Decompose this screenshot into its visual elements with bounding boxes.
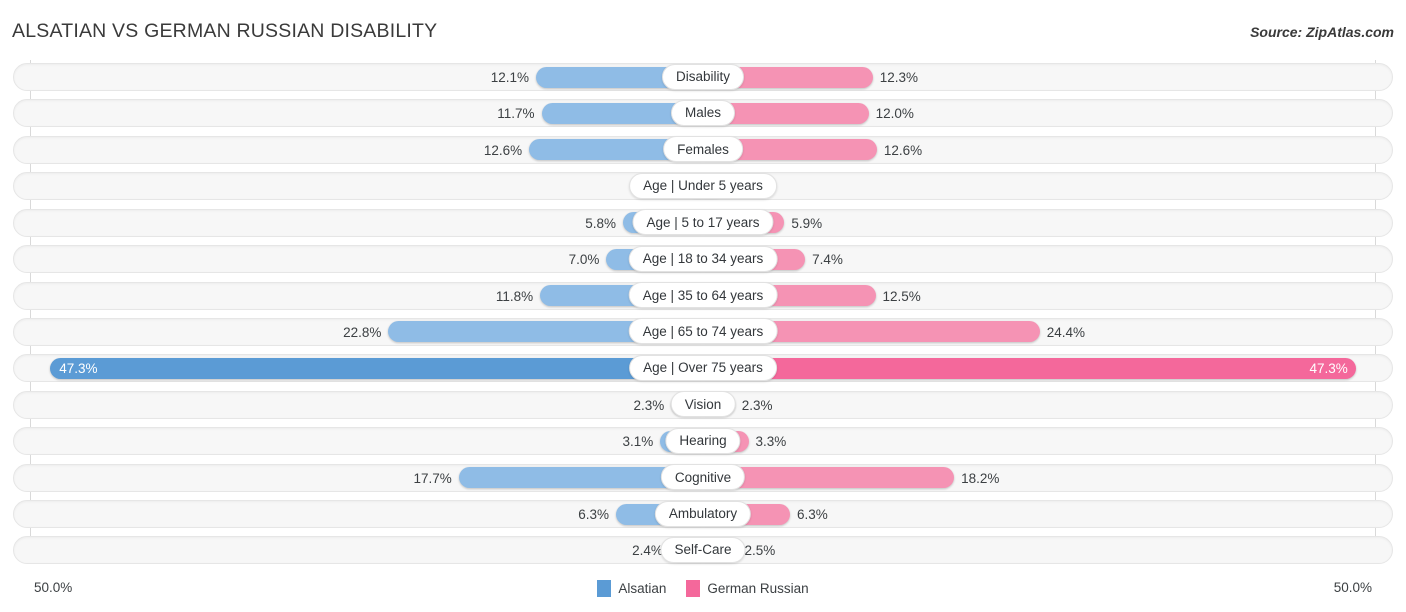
value-label-german-russian: 2.5% bbox=[744, 543, 776, 559]
category-label-pill: Ambulatory bbox=[654, 500, 752, 527]
category-label-pill: Males bbox=[670, 99, 736, 126]
source-attribution: Source: ZipAtlas.com bbox=[1250, 24, 1394, 40]
value-label-alsatian: 12.6% bbox=[483, 142, 523, 158]
bar-german-russian[interactable] bbox=[703, 357, 1356, 379]
category-label-pill: Age | 65 to 74 years bbox=[628, 318, 778, 345]
row-bars: 1.2%1.6%Age | Under 5 years bbox=[0, 169, 1406, 205]
chart-row: 7.0% 7.4% Age | 18 to 34 years bbox=[0, 242, 1406, 278]
chart-row: 11.7% 12.0% Males bbox=[0, 96, 1406, 132]
value-label-alsatian: 3.1% bbox=[622, 434, 654, 450]
value-label-alsatian: 12.1% bbox=[490, 70, 530, 85]
chart-row: 6.3% 6.3% Ambulatory bbox=[0, 497, 1406, 533]
chart-row: 2.3% 2.3% Vision bbox=[0, 388, 1406, 424]
row-bars: 5.8% 5.9% Age | 5 to 17 years bbox=[0, 206, 1406, 242]
chart-row: 12.1% 12.3% Disability bbox=[0, 60, 1406, 96]
row-bars: 12.1% 12.3% Disability bbox=[0, 60, 1406, 96]
chart-row: 47.3% 47.3% Age | Over 75 years bbox=[0, 351, 1406, 387]
value-label-alsatian: 47.3% bbox=[59, 361, 98, 377]
value-label-german-russian: 12.6% bbox=[883, 142, 923, 158]
legend-label: German Russian bbox=[707, 581, 809, 596]
value-label-alsatian: 6.3% bbox=[578, 507, 610, 523]
chart-row: 2.4% 2.5% Self-Care bbox=[0, 533, 1406, 569]
legend-label: Alsatian bbox=[618, 581, 667, 596]
value-label-german-russian: 12.0% bbox=[875, 106, 914, 122]
value-label-german-russian: 6.3% bbox=[796, 507, 828, 523]
category-label-pill: Age | 5 to 17 years bbox=[632, 209, 774, 236]
value-label-german-russian: 5.9% bbox=[791, 215, 823, 231]
legend-item[interactable]: German Russian bbox=[686, 580, 809, 597]
value-label-alsatian: 11.8% bbox=[495, 288, 534, 304]
chart-row: 12.6% 12.6% Females bbox=[0, 133, 1406, 169]
chart-plot-area: 12.1% 12.3% Disability 11.7% 12.0% Males 12.6%… bbox=[0, 60, 1406, 572]
row-bars: 11.8% 12.5% Age | 35 to 64 years bbox=[0, 279, 1406, 315]
category-label-pill: Age | 35 to 64 years bbox=[628, 282, 778, 309]
row-bars: 12.6% 12.6% Females bbox=[0, 133, 1406, 169]
chart-row: 11.8% 12.5% Age | 35 to 64 years bbox=[0, 279, 1406, 315]
row-bars: 47.3% 47.3% Age | Over 75 years bbox=[0, 351, 1406, 387]
category-label-pill: Vision bbox=[670, 391, 736, 418]
chart-header: ALSATIAN VS GERMAN RUSSIAN DISABILITY So… bbox=[0, 0, 1406, 58]
chart-row: 5.8% 5.9% Age | 5 to 17 years bbox=[0, 206, 1406, 242]
category-label-pill: Age | 18 to 34 years bbox=[628, 245, 778, 272]
row-bars: 6.3% 6.3% Ambulatory bbox=[0, 497, 1406, 533]
legend-swatch-icon bbox=[686, 580, 701, 597]
category-label-pill: Cognitive bbox=[660, 464, 746, 491]
value-label-alsatian: 17.7% bbox=[413, 470, 452, 486]
category-label-pill: Hearing bbox=[665, 427, 741, 454]
category-label-pill: Age | Over 75 years bbox=[629, 354, 777, 381]
row-bars: 7.0% 7.4% Age | 18 to 34 years bbox=[0, 242, 1406, 278]
row-bars: 11.7% 12.0% Males bbox=[0, 96, 1406, 132]
value-label-german-russian: 18.2% bbox=[961, 470, 1000, 486]
bar-alsatian[interactable] bbox=[50, 357, 703, 379]
legend-swatch-icon bbox=[597, 580, 612, 597]
value-label-german-russian: 12.5% bbox=[882, 288, 921, 304]
value-label-german-russian: 2.3% bbox=[741, 397, 773, 413]
chart-row: 22.8% 24.4% Age | 65 to 74 years bbox=[0, 315, 1406, 351]
value-label-german-russian: 47.3% bbox=[1309, 361, 1348, 377]
legend-item[interactable]: Alsatian bbox=[597, 580, 666, 597]
row-bars: 2.3% 2.3% Vision bbox=[0, 388, 1406, 424]
value-label-german-russian: 12.3% bbox=[879, 70, 919, 85]
category-label-pill: Age | Under 5 years bbox=[629, 172, 777, 199]
value-label-alsatian: 22.8% bbox=[343, 324, 382, 340]
value-label-german-russian: 3.3% bbox=[755, 434, 787, 450]
chart-row: 1.2%1.6%Age | Under 5 years bbox=[0, 169, 1406, 205]
row-bars: 17.7% 18.2% Cognitive bbox=[0, 461, 1406, 497]
value-label-alsatian: 2.4% bbox=[632, 543, 663, 559]
chart-row: 3.1% 3.3% Hearing bbox=[0, 424, 1406, 460]
value-label-alsatian: 11.7% bbox=[497, 106, 535, 122]
value-label-german-russian: 24.4% bbox=[1046, 324, 1085, 340]
value-label-alsatian: 7.0% bbox=[568, 252, 600, 268]
chart-rows: 12.1% 12.3% Disability 11.7% 12.0% Males 12.6%… bbox=[0, 60, 1406, 570]
chart-footer: 50.0% 50.0% Alsatian German Russian bbox=[0, 572, 1406, 612]
category-label-pill: Females bbox=[663, 136, 743, 163]
page-title: ALSATIAN VS GERMAN RUSSIAN DISABILITY bbox=[12, 20, 438, 42]
value-label-alsatian: 2.3% bbox=[633, 397, 665, 413]
row-bars: 3.1% 3.3% Hearing bbox=[0, 424, 1406, 460]
value-label-alsatian: 5.8% bbox=[585, 215, 616, 231]
chart-legend: Alsatian German Russian bbox=[0, 580, 1406, 597]
value-label-german-russian: 7.4% bbox=[812, 252, 843, 268]
category-label-pill: Self-Care bbox=[660, 536, 746, 563]
chart-row: 17.7% 18.2% Cognitive bbox=[0, 461, 1406, 497]
category-label-pill: Disability bbox=[661, 63, 745, 90]
row-bars: 2.4% 2.5% Self-Care bbox=[0, 533, 1406, 569]
row-bars: 22.8% 24.4% Age | 65 to 74 years bbox=[0, 315, 1406, 351]
